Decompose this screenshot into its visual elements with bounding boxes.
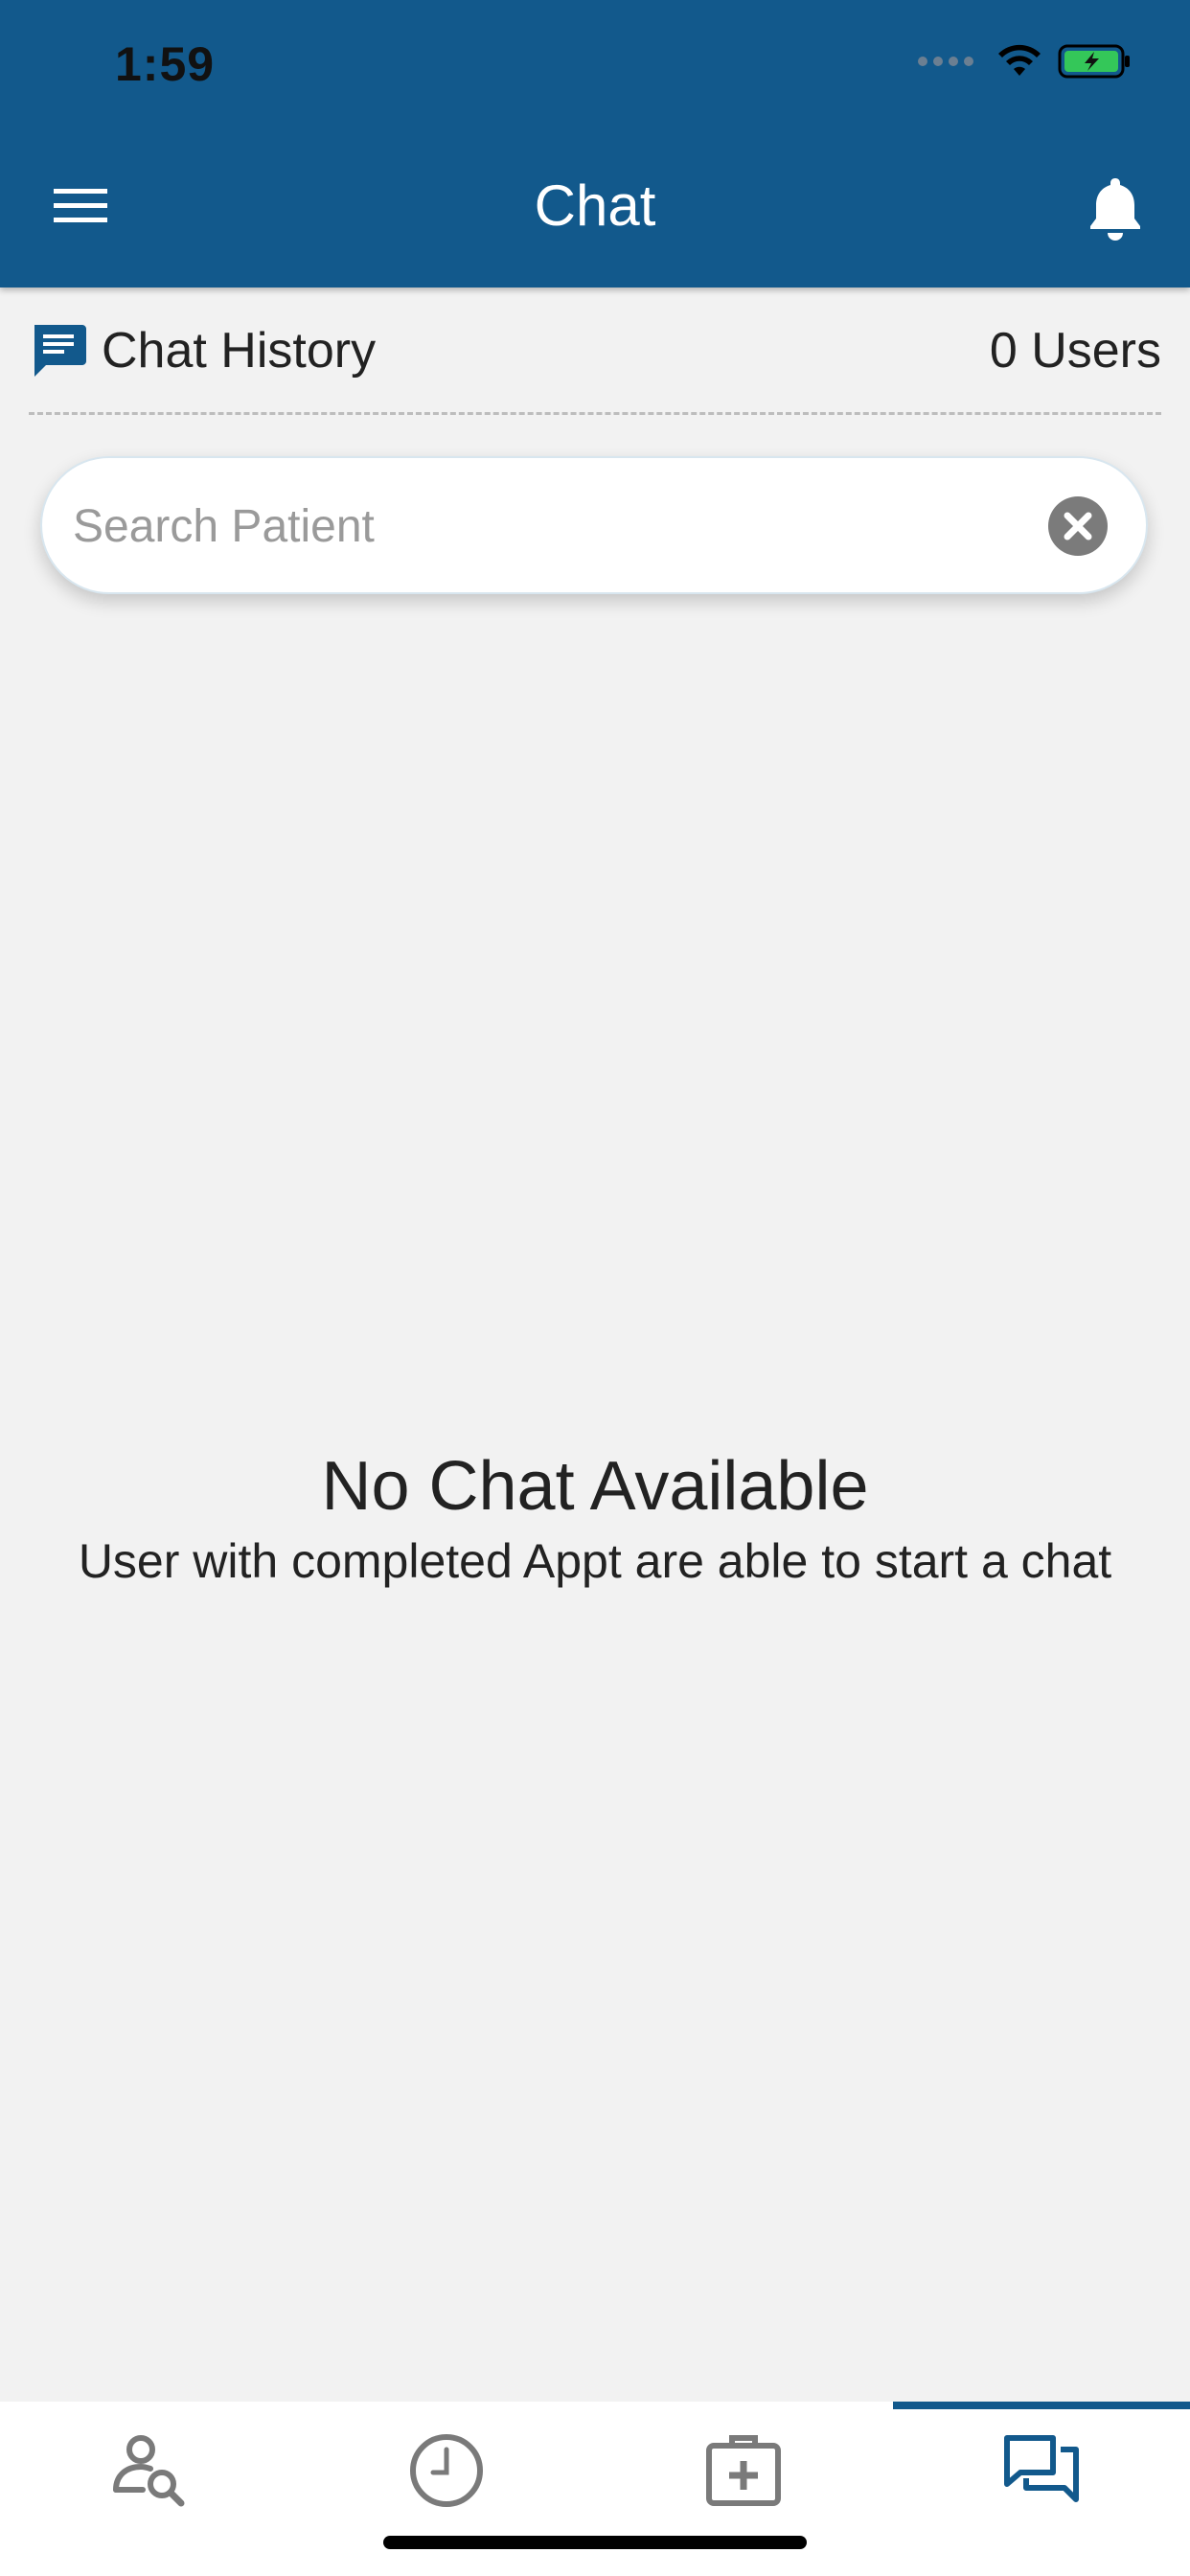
empty-state-message: User with completed Appt are able to sta…: [78, 1534, 1112, 1588]
chat-history-title-group: Chat History: [29, 321, 376, 380]
close-icon: [1064, 512, 1092, 540]
nav-medical[interactable]: [595, 2402, 893, 2576]
nav-patient-search[interactable]: [0, 2402, 298, 2576]
nav-chat[interactable]: [892, 2402, 1190, 2576]
wifi-icon: [998, 44, 1041, 76]
chat-icon: [1003, 2435, 1079, 2502]
patient-search-icon: [113, 2435, 185, 2507]
battery-charging-icon: [1058, 44, 1130, 79]
empty-state-title: No Chat Available: [321, 1448, 869, 1525]
chat-bubble-icon: [34, 325, 86, 377]
medical-kit-icon: [706, 2435, 782, 2506]
clear-search-button[interactable]: [1048, 496, 1108, 556]
search-bar: [40, 456, 1148, 594]
status-icons: [918, 43, 1133, 80]
users-count: 0 Users: [989, 323, 1161, 379]
clock-icon: [409, 2434, 483, 2507]
chat-history-title: Chat History: [102, 323, 377, 379]
bell-icon: [1090, 178, 1140, 241]
home-indicator: [383, 2536, 807, 2549]
chat-history-header: Chat History 0 Users: [29, 316, 1161, 385]
nav-history[interactable]: [298, 2402, 596, 2576]
notifications-button[interactable]: [1087, 174, 1144, 242]
divider: [29, 412, 1161, 415]
cellular-signal-icon: [918, 57, 973, 66]
status-time: 1:59: [115, 37, 216, 91]
page-title: Chat: [534, 173, 656, 238]
search-input[interactable]: [71, 458, 1033, 594]
bottom-navigation: [0, 2402, 1190, 2576]
app-header: 1:59 Chat: [0, 0, 1190, 288]
